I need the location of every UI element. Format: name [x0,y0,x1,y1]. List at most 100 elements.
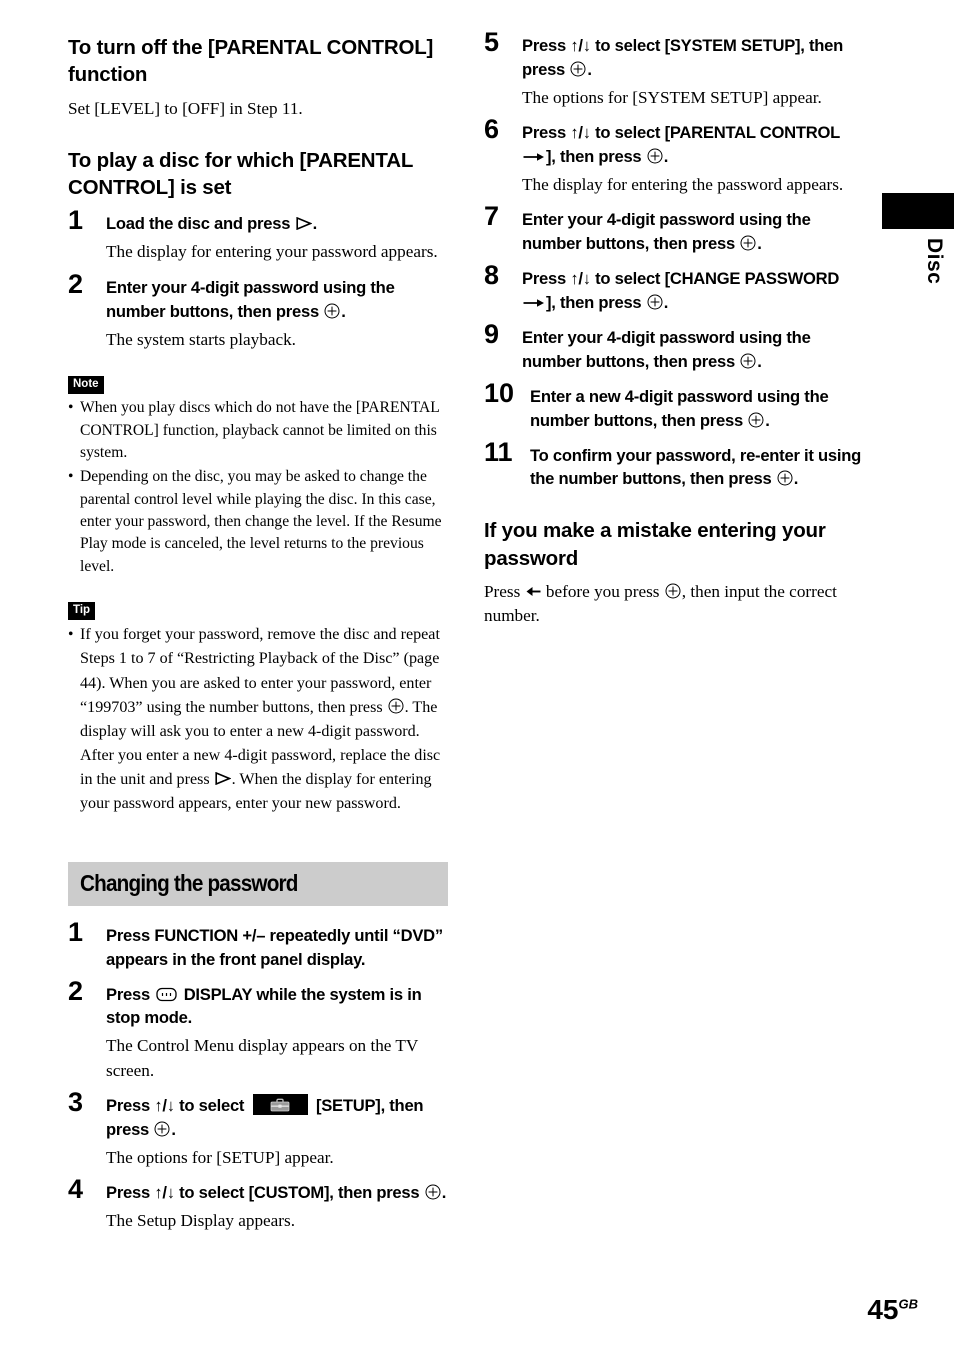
enter-icon [570,60,586,77]
step-number: 1 [68,205,84,236]
step-instruction-text: Press ↑/↓ to select [CUSTOM], then press [106,1183,424,1203]
enter-icon [324,302,340,319]
step-instruction-tail: . [765,410,770,430]
step-result: The system starts playback. [106,329,296,349]
step-instruction: Press ↑/↓ to select [SETUP], then press … [106,1094,448,1142]
step-instruction-text: Press ↑/↓ to select [PARENTAL CONTROL [522,123,840,143]
note-block: Note When you play discs which do not ha… [68,374,448,578]
heading-play-disc-parental-control: To play a disc for which [PARENTAL CONTR… [68,148,413,200]
heading-turn-off-parental-control: To turn off the [PARENTAL CONTROL] funct… [68,36,434,87]
step-instruction: Press ↑/↓ to select [CHANGE PASSWORD ], … [522,267,864,315]
step-body: To confirm your password, re-enter it us… [530,444,864,492]
step-instruction-tail: . [663,147,669,167]
step-instruction-mid: ], then press [546,147,646,167]
step-instruction-tail: . [312,214,318,234]
step-instruction: Enter your 4-digit password using the nu… [522,208,864,256]
list-item: When you play discs which do not have th… [68,397,448,464]
mistake-text-part1: Press [484,581,525,601]
step-result: The display for entering your password a… [106,242,438,262]
note-badge: Note [68,375,104,395]
step-item: 2 Press DISPLAY while the system is in s… [68,977,448,1084]
step-instruction-tail: . [757,234,762,254]
step-number: 1 [68,916,84,947]
step-instruction-text: Enter a new 4-digit password using the n… [530,386,829,430]
setup-toolbox-icon [252,1094,308,1116]
step-instruction-text: Enter your 4-digit password using the nu… [106,277,395,321]
play-icon [215,769,232,786]
step-instruction: Press ↑/↓ to select [SYSTEM SETUP], then… [522,34,864,82]
step-body: Enter your 4-digit password using the nu… [522,208,864,256]
display-icon [156,985,177,1001]
tip-badge: Tip [68,601,96,621]
step-instruction: Enter your 4-digit password using the nu… [106,276,448,324]
step-result: The Control Menu display appears on the … [106,1036,419,1080]
step-instruction: To confirm your password, re-enter it us… [530,444,864,492]
step-instruction: Press ↑/↓ to select [CUSTOM], then press… [106,1181,448,1205]
step-result: The options for [SYSTEM SETUP] appear. [522,87,822,107]
step-body: Enter your 4-digit password using the nu… [522,326,864,374]
step-body: Press ↑/↓ to select [SETUP], then press … [106,1094,448,1170]
section-header-band: Changing the password [68,862,448,906]
step-number: 2 [68,268,84,299]
step-item: 4 Press ↑/↓ to select [CUSTOM], then pre… [68,1176,448,1233]
step-body: Press ↑/↓ to select [SYSTEM SETUP], then… [522,34,864,110]
mistake-text-part2: before you press [541,581,664,601]
step-number: 9 [484,318,500,349]
step-item: 7 Enter your 4-digit password using the … [484,203,864,256]
heading-mistake-entering-password: If you make a mistake entering your pass… [484,519,826,570]
enter-icon [777,469,793,486]
step-instruction-tail: . [793,469,799,489]
step-result: The options for [SETUP] appear. [106,1147,334,1167]
step-instruction-tail: . [171,1120,176,1140]
page-number-value: 45 [867,1294,899,1325]
step-item: 1 Load the disc and press . The display … [68,207,448,264]
step-instruction-text: Press ↑/↓ to select [106,1096,249,1116]
step-instruction-text: Enter your 4-digit password using the nu… [522,327,811,371]
step-item: 9 Enter your 4-digit password using the … [484,320,864,374]
step-body: Press ↑/↓ to select [CUSTOM], then press… [106,1181,448,1233]
step-number: 10 [484,377,515,408]
step-instruction: Press DISPLAY while the system is in sto… [106,983,448,1031]
step-body: Load the disc and press . The display fo… [106,212,448,264]
chapter-tab-label: Disc [923,238,946,285]
step-instruction: Enter your 4-digit password using the nu… [522,326,864,374]
step-number: 7 [484,201,500,232]
step-number: 2 [68,975,84,1006]
step-instruction-mid: ], then press [546,293,646,313]
step-result: The Setup Display appears. [106,1211,296,1231]
arrow-left-icon [526,581,541,596]
note-list: When you play discs which do not have th… [68,397,448,577]
step-instruction-text: Press ↑/↓ to select [CHANGE PASSWORD [522,269,840,289]
step-number: 4 [68,1174,84,1205]
step-item: 8 Press ↑/↓ to select [CHANGE PASSWORD ]… [484,262,864,315]
step-body: Press FUNCTION +/– repeatedly until “DVD… [106,924,448,972]
enter-icon [740,352,756,369]
step-body: Press DISPLAY while the system is in sto… [106,983,448,1084]
step-item: 1 Press FUNCTION +/– repeatedly until “D… [68,918,448,972]
manual-page: To turn off the [PARENTAL CONTROL] funct… [0,0,954,1352]
step-number: 11 [484,436,513,467]
step-instruction: Press ↑/↓ to select [PARENTAL CONTROL ],… [522,121,864,169]
right-column: 5 Press ↑/↓ to select [SYSTEM SETUP], th… [484,29,864,633]
step-instruction-text: To confirm your password, re-enter it us… [530,445,862,489]
step-body: Press ↑/↓ to select [PARENTAL CONTROL ],… [522,121,864,197]
step-item: 5 Press ↑/↓ to select [SYSTEM SETUP], th… [484,29,864,110]
enter-icon [388,698,404,714]
section-title: Changing the password [80,870,298,897]
region-code: GB [898,1296,919,1312]
step-item: 3 Press ↑/↓ to select [SETUP], then pres… [68,1089,448,1170]
step-instruction-text: Enter your 4-digit password using the nu… [522,210,811,254]
enter-icon [425,1183,441,1200]
enter-icon [154,1120,170,1137]
step-instruction: Load the disc and press . [106,212,448,236]
step-instruction: Press FUNCTION +/– repeatedly until “DVD… [106,925,443,969]
step-instruction-tail: . [441,1183,447,1203]
tip-list: If you forget your password, remove the … [68,623,448,816]
list-item: Depending on the disc, you may be asked … [68,466,448,577]
page-number: 45GB [867,1296,918,1324]
step-instruction-tail: . [757,351,762,371]
step-number: 5 [484,27,500,57]
enter-icon [748,411,764,428]
step-instruction-tail: . [587,59,592,79]
enter-icon [665,582,681,599]
